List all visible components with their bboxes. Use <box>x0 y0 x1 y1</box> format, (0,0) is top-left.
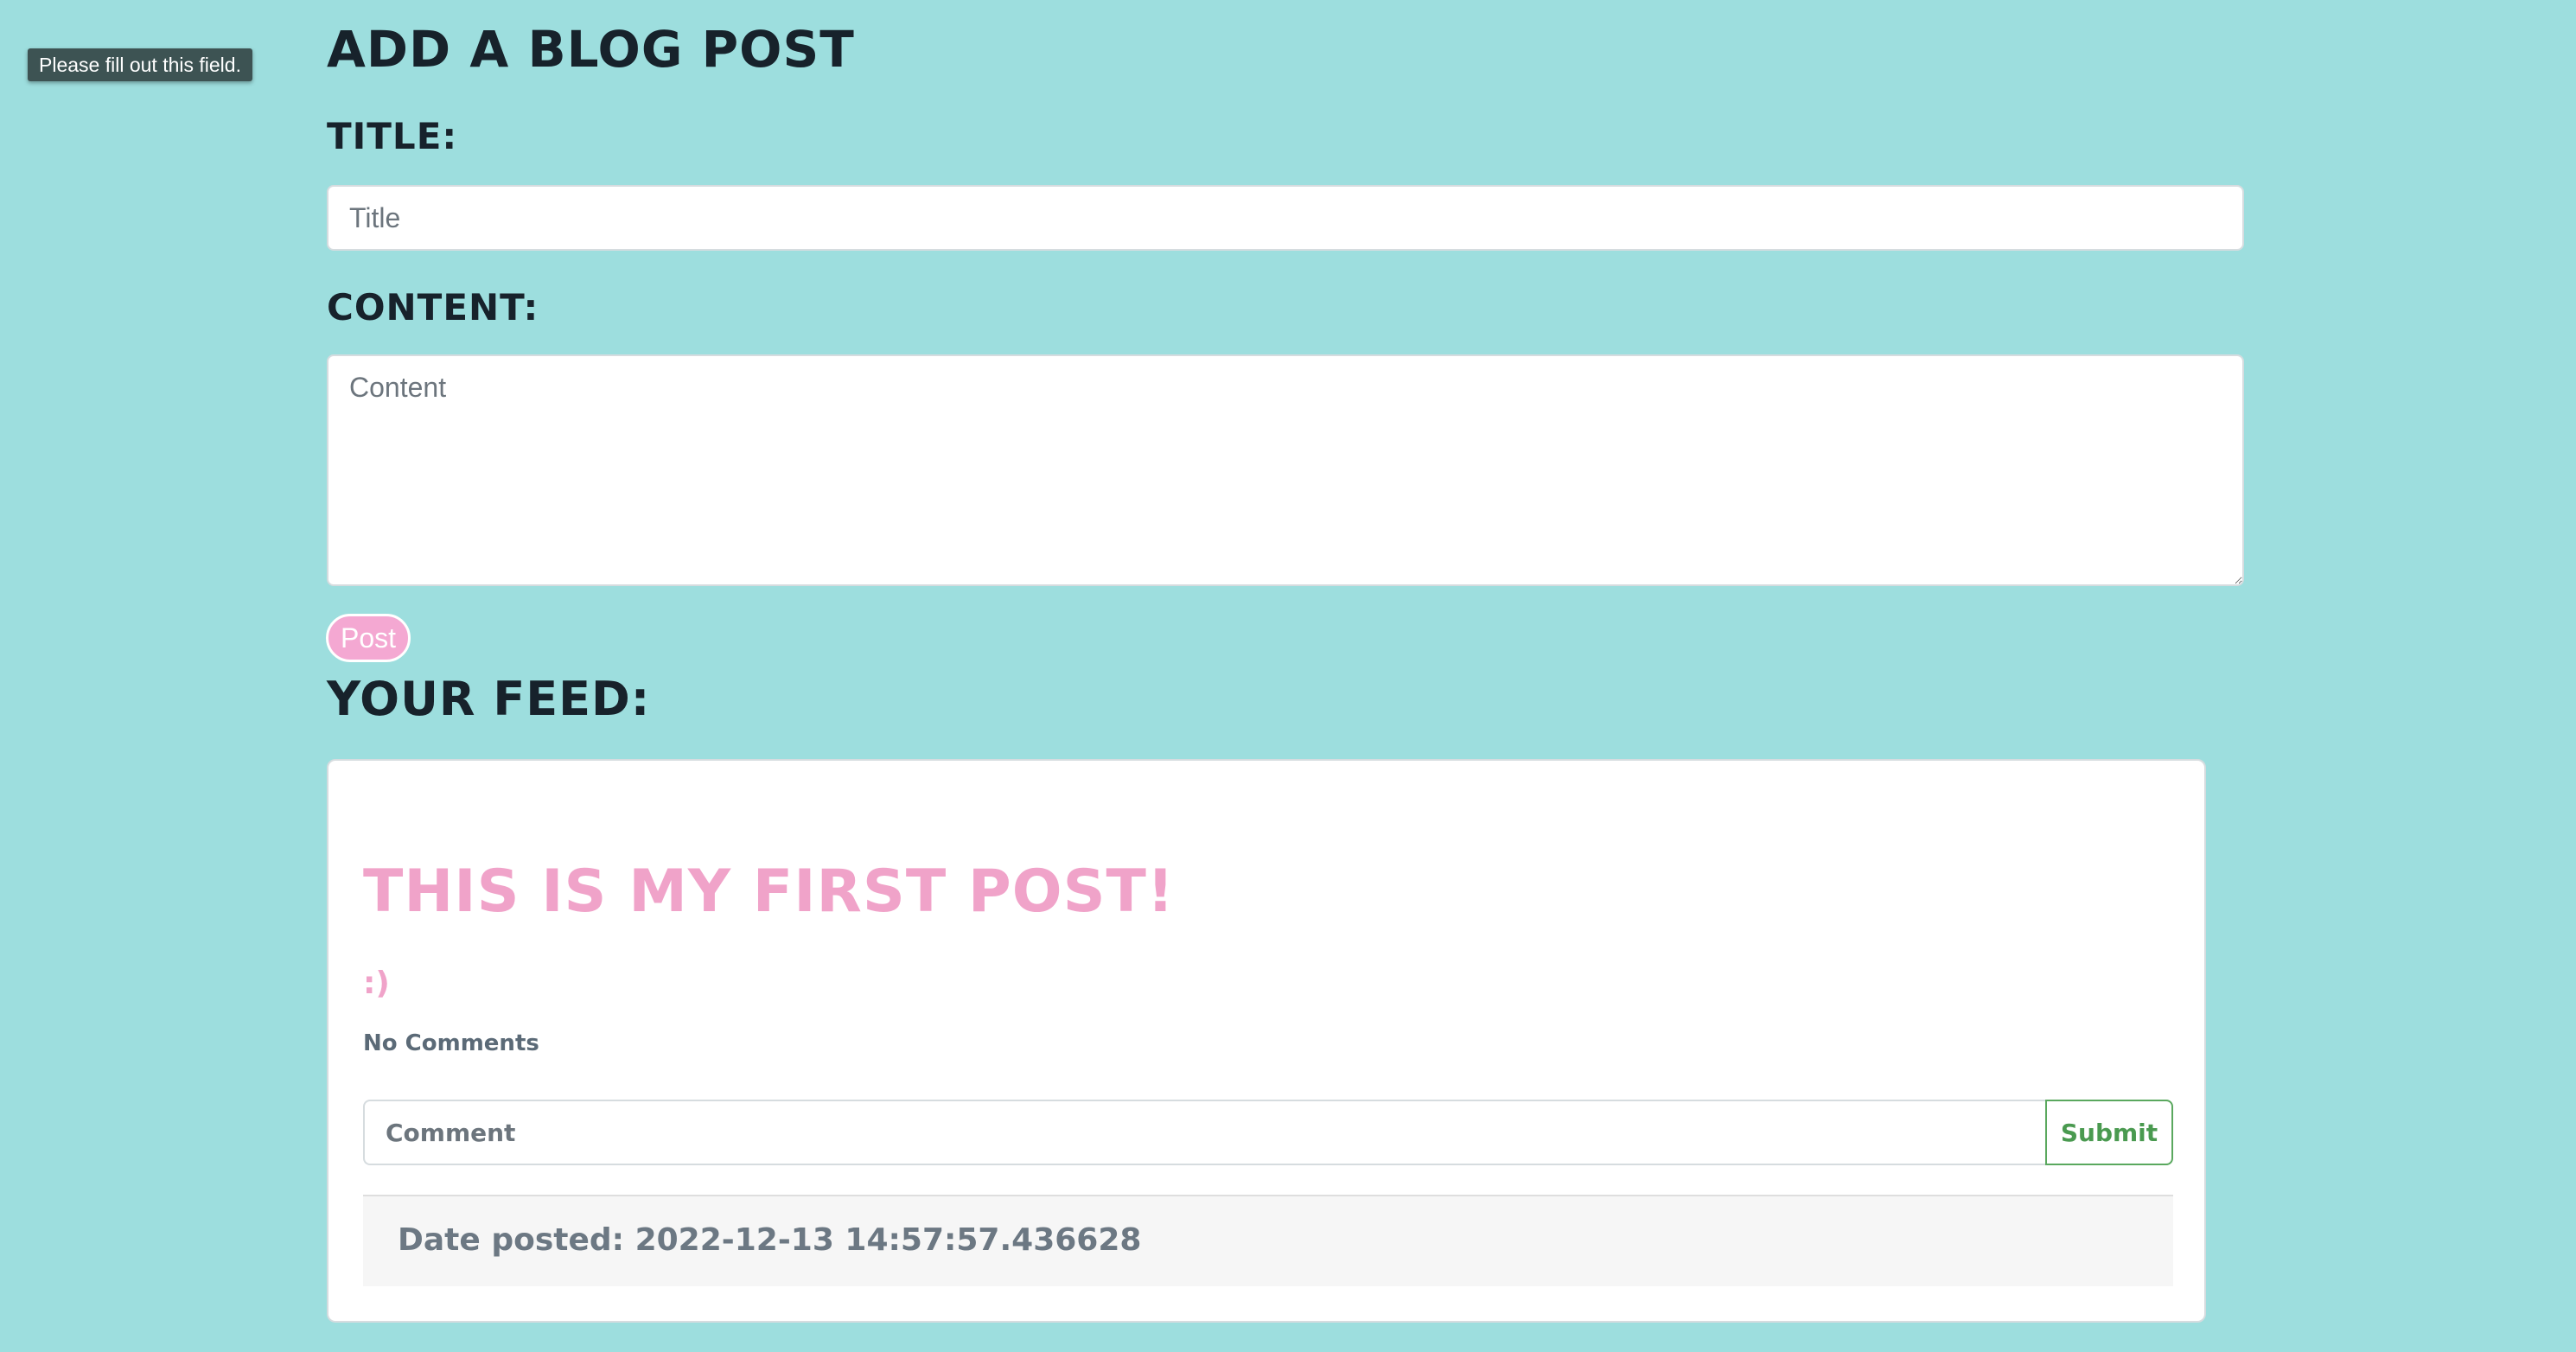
title-label: TITLE: <box>327 115 458 157</box>
post-card-footer: Date posted: 2022-12-13 14:57:57.436628 <box>363 1195 2173 1286</box>
post-title: THIS IS MY FIRST POST! <box>363 858 1175 926</box>
post-button[interactable]: Post <box>326 614 411 662</box>
page-title: ADD A BLOG POST <box>327 20 855 79</box>
comment-submit-button[interactable]: Submit <box>2045 1100 2173 1165</box>
comment-input[interactable] <box>363 1100 2045 1165</box>
content-label: CONTENT: <box>327 286 539 328</box>
feed-title: YOUR FEED: <box>327 672 651 726</box>
feed-post-card: THIS IS MY FIRST POST! :) No Comments Su… <box>327 759 2206 1323</box>
title-input[interactable] <box>327 185 2244 251</box>
content-textarea[interactable] <box>327 354 2244 586</box>
validation-tooltip: Please fill out this field. <box>28 48 252 81</box>
date-posted: Date posted: 2022-12-13 14:57:57.436628 <box>398 1222 1142 1258</box>
comments-status: No Comments <box>363 1030 539 1056</box>
post-content: :) <box>363 966 390 1001</box>
